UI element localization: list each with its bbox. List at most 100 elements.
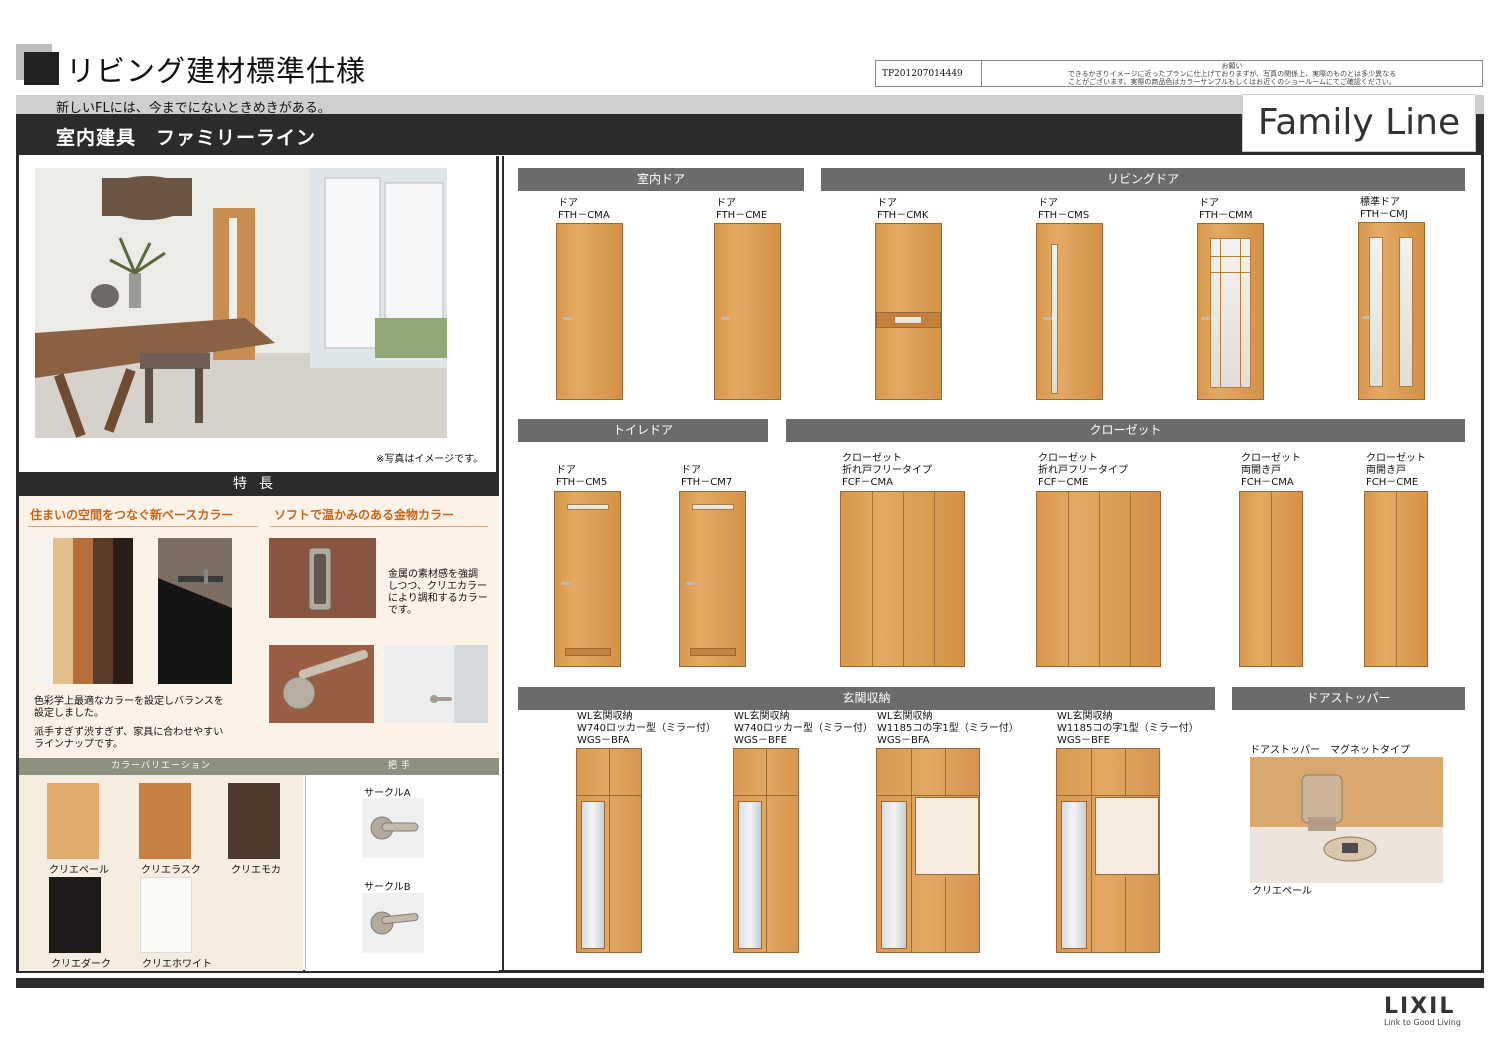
entrance-1-label: WL玄関収納 W740ロッカー型（ミラー付） WGS－BFA: [577, 711, 716, 747]
feature-2-title: ソフトで温かみのある金物カラー: [274, 508, 455, 522]
bottom-bar: [16, 978, 1484, 988]
feature-1-rule: [28, 526, 258, 527]
closet-4-type: クローゼット: [1366, 453, 1426, 464]
fold-line: [1099, 492, 1100, 666]
entrance-4-label: WL玄関収納 W1185コの字1型（ミラー付） WGS－BFE: [1057, 711, 1199, 747]
closet-4-code: FCH－CME: [1366, 477, 1419, 488]
entrance-3-label: WL玄関収納 W1185コの字1型（ミラー付） WGS－BFA: [877, 711, 1019, 747]
closet-3-type: クローゼット: [1241, 453, 1301, 464]
door-knob: [721, 317, 730, 320]
entrance-2-model: W740ロッカー型（ミラー付）: [734, 723, 873, 734]
open-counter: [1095, 797, 1159, 875]
entrance-3-model: W1185コの字1型（ミラー付）: [877, 723, 1019, 734]
handle-heading: 把手: [303, 758, 499, 775]
entrance-1-code: WGS－BFA: [577, 735, 630, 746]
room-photo: [35, 168, 447, 438]
door-vent: [690, 648, 736, 656]
feature-1-title: 住まいの空間をつなぐ新ベースカラー: [30, 508, 234, 522]
toilet-door-1-type: ドア: [556, 465, 576, 476]
photo-note: ※写真はイメージです。: [376, 454, 484, 465]
feature-2-text-2: しつつ、クリエカラー: [388, 581, 487, 592]
door-3-label: ドア FTH－CMK: [877, 198, 928, 222]
swatch-label: クリエペール: [49, 865, 109, 876]
cabinet-divider: [945, 749, 946, 795]
toilet-door-1-label: ドア FTH－CM5: [556, 465, 607, 489]
closet-1-label: クローゼット 折れ戸フリータイプ FCF－CMA: [842, 453, 932, 489]
door-knob: [561, 582, 570, 585]
entrance-4-model: W1185コの字1型（ミラー付）: [1057, 723, 1199, 734]
entrance-2-label: WL玄関収納 W740ロッカー型（ミラー付） WGS－BFE: [734, 711, 873, 747]
closet-fch-cme: [1364, 491, 1428, 667]
feature-1-text-1: 色彩学上最適なカラーを設定しバランスを: [34, 696, 224, 707]
closet-3-code: FCH－CMA: [1241, 477, 1294, 488]
entrance-storage-3: [876, 748, 980, 953]
entrance-1-model: W740ロッカー型（ミラー付）: [577, 723, 716, 734]
notice-head: お願い: [1221, 62, 1243, 70]
closet-3-label: クローゼット 両開き戸 FCH－CMA: [1241, 453, 1301, 489]
door-5-code: FTH－CMM: [1199, 210, 1253, 221]
entrance-3-type: WL玄関収納: [877, 711, 933, 722]
category-entrance-storage: 玄関収納: [518, 687, 1215, 710]
closet-2-code: FCF－CME: [1038, 477, 1089, 488]
door-6-label: 標準ドア FTH－CMJ: [1360, 197, 1408, 221]
lixil-tagline: Link to Good Living: [1384, 1018, 1461, 1027]
notice-box: TP201207014449 お願い できるかぎりイメージに近ったプランに仕上げ…: [875, 60, 1483, 87]
door-stopper-photo: [1250, 757, 1443, 883]
door-2-type: ドア: [716, 198, 736, 209]
closet-4-subtype: 両開き戸: [1366, 465, 1406, 476]
lever-handle-photo-image: [269, 645, 374, 723]
fold-line: [1130, 492, 1131, 666]
feature-2-text-1: 金属の素材感を強調: [388, 569, 478, 580]
door-handle-photo-image: [384, 645, 488, 723]
fold-line: [1068, 492, 1069, 666]
cabinet-divider: [1057, 795, 1159, 796]
door-top-window: [567, 504, 609, 510]
pull-handle-photo-image: [269, 538, 376, 618]
closet-2-label: クローゼット 折れ戸フリータイプ FCF－CME: [1038, 453, 1128, 489]
mirror-panel: [581, 801, 605, 949]
dark-floor-photo: [158, 538, 232, 684]
door-fth-cme: [714, 223, 781, 400]
muntin: [1220, 238, 1221, 388]
door-fth-cm5: [554, 491, 621, 667]
closet-2-subtype: 折れ戸フリータイプ: [1038, 465, 1128, 476]
door-stopper-image: [1250, 757, 1443, 883]
door-glass-panel: [1210, 238, 1251, 388]
muntin: [1210, 272, 1251, 273]
entrance-storage-2: [733, 748, 799, 953]
feature-1-text: 色彩学上最適なカラーを設定しバランスを 設定しました。 派手すぎず渋すぎず、家具…: [34, 696, 224, 751]
door-1-type: ドア: [558, 198, 578, 209]
cabinet-divider: [911, 749, 912, 952]
cabinet-divider: [1091, 749, 1092, 952]
lever-a-icon: [362, 798, 424, 858]
room-photo-illustration: [35, 168, 447, 438]
lever-b-icon: [362, 893, 424, 953]
door-glass-left: [1369, 237, 1383, 387]
cabinet-divider: [1125, 877, 1126, 952]
swatch-label: クリエダーク: [51, 959, 111, 970]
open-counter: [915, 797, 979, 875]
feature-2-text-4: です。: [388, 605, 417, 616]
door-3-type: ドア: [877, 198, 897, 209]
feature-2-text-3: により調和するカラー: [388, 593, 488, 604]
lixil-logo: LIXIL: [1384, 994, 1456, 1019]
feature-1-text-2: 設定しました。: [34, 708, 104, 719]
swatch-crie-mocha: [228, 783, 280, 859]
toilet-door-2-code: FTH－CM7: [681, 477, 733, 488]
swatch-label: クリエホワイト: [142, 959, 212, 970]
fold-line: [934, 492, 935, 666]
category-closet: クローゼット: [786, 419, 1465, 442]
swatch-crie-white: [140, 877, 192, 953]
category-interior-door: 室内ドア: [518, 168, 804, 191]
door-fth-cma: [556, 223, 623, 400]
door-5-type: ドア: [1199, 198, 1219, 209]
section-title: 室内建具 ファミリーライン: [56, 127, 317, 149]
door-fth-cm7: [679, 491, 746, 667]
lever-handle-photo: [269, 645, 374, 723]
door-vent: [565, 648, 611, 656]
center-line: [1396, 492, 1397, 666]
closet-fch-cma: [1239, 491, 1303, 667]
door-handle-photo: [384, 645, 488, 723]
cabinet-divider: [877, 795, 979, 796]
dark-floor-photo-image: [158, 538, 232, 608]
